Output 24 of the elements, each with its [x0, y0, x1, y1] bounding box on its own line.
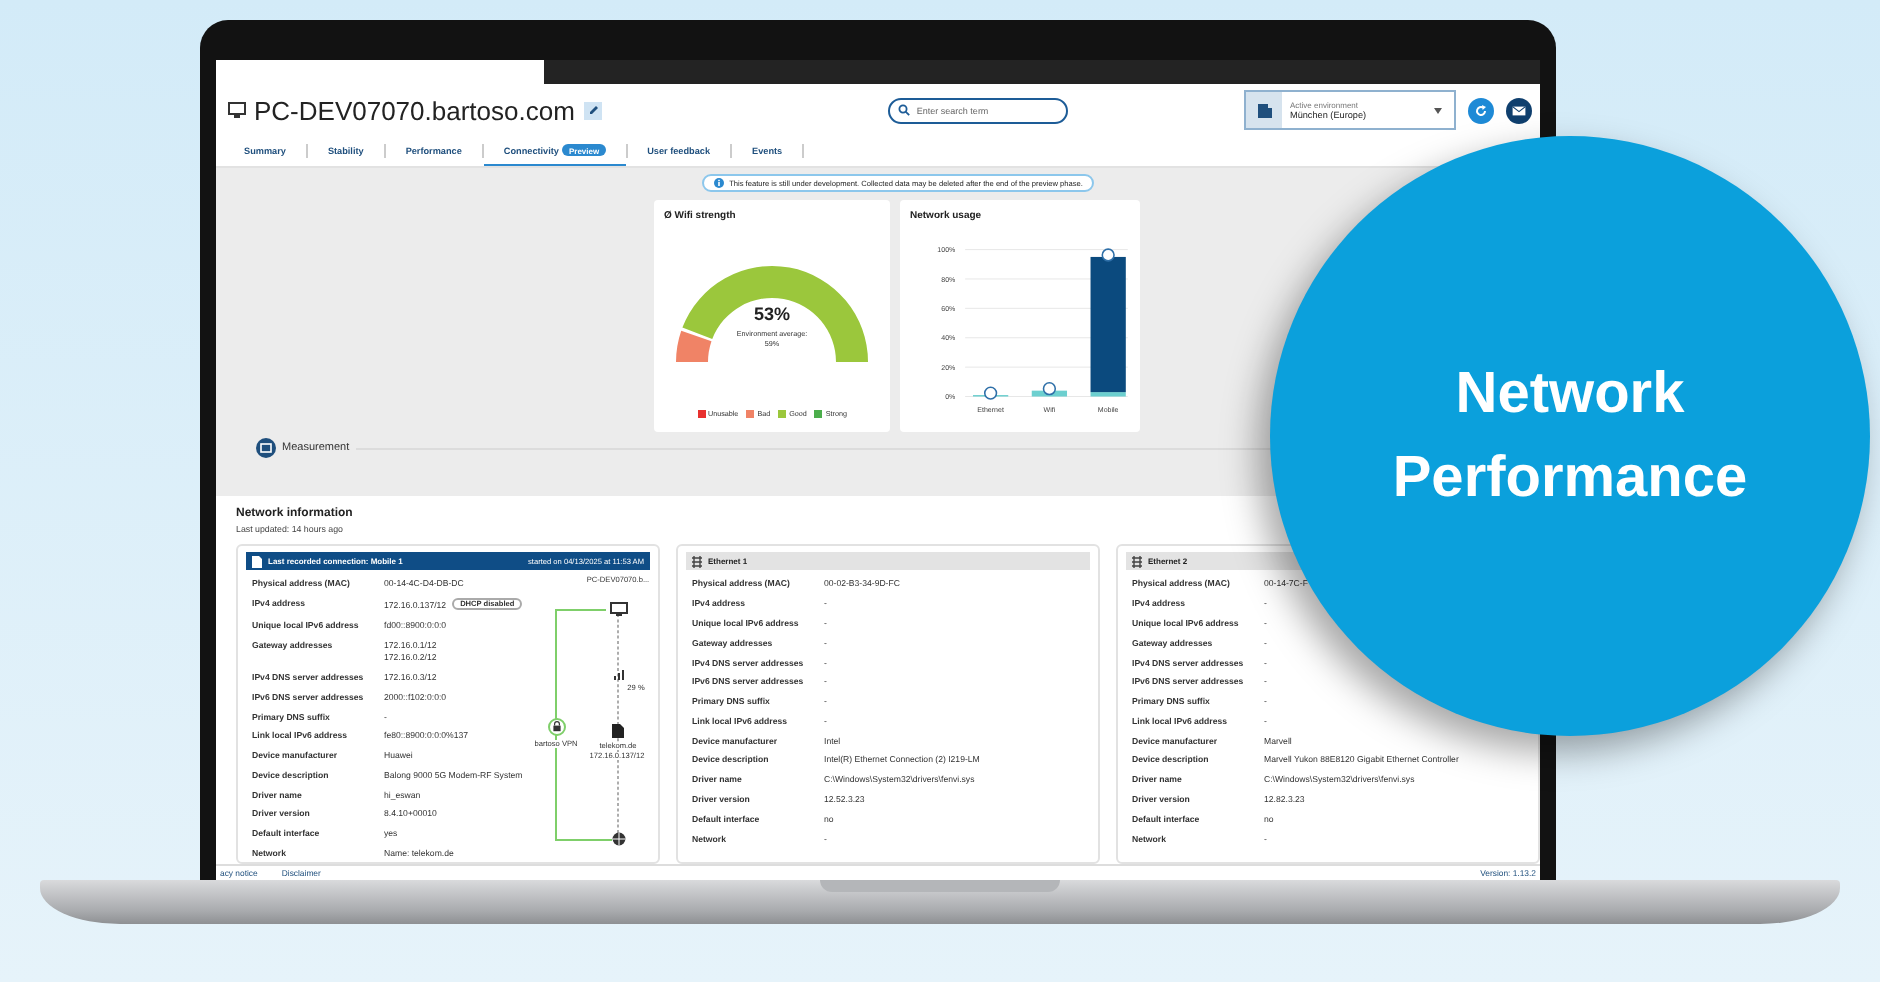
sim-card-icon: [612, 724, 624, 738]
network-adapter-icon: [692, 555, 702, 567]
edit-button[interactable]: [584, 101, 603, 119]
lock-icon: [547, 718, 565, 736]
document-icon: [252, 555, 262, 567]
mail-icon: [1512, 105, 1526, 115]
device-title: PC-DEV07070.bartoso.com: [254, 95, 575, 125]
category-marker-icon: [1042, 382, 1057, 396]
computer-icon: [228, 102, 246, 118]
category-marker-icon: [1101, 248, 1115, 262]
caret-icon: [1434, 107, 1442, 113]
gauge-value: 53%: [754, 304, 790, 324]
computer-icon: [610, 602, 628, 616]
building-icon: [1257, 103, 1271, 117]
refresh-icon: [1474, 103, 1488, 117]
edit-icon: [587, 104, 600, 116]
refresh-button[interactable]: [1468, 97, 1494, 123]
signal-icon: [614, 670, 624, 680]
globe-icon: [611, 832, 625, 846]
promo-title: Network Performance: [1390, 359, 1750, 514]
network-adapter-icon: [1132, 555, 1142, 567]
measurement-icon: [256, 438, 276, 458]
mail-button[interactable]: [1506, 97, 1532, 123]
category-marker-icon: [983, 386, 998, 400]
